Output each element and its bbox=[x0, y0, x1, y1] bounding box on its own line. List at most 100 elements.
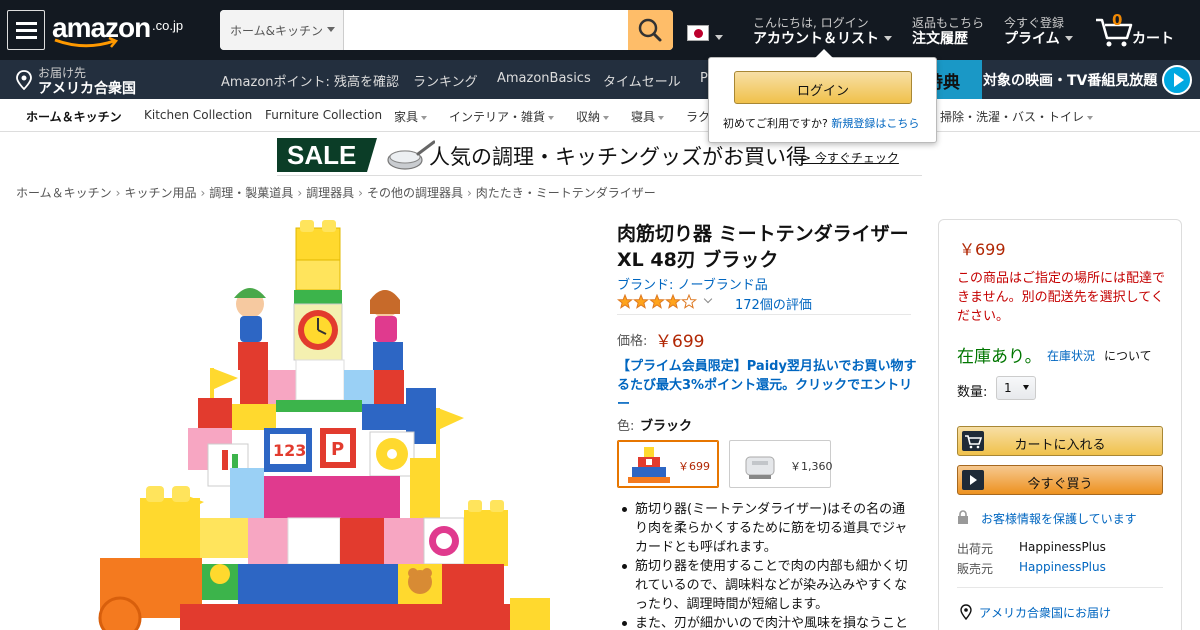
category-label: Furniture Collection bbox=[265, 108, 383, 122]
orders-link[interactable]: 注文履歴 bbox=[912, 28, 968, 48]
breadcrumb-item[interactable]: ホーム＆キッチン bbox=[16, 186, 112, 200]
product-main-image[interactable]: 123 P bbox=[80, 218, 560, 630]
points-link[interactable]: Amazonポイント: 残高を確認 bbox=[221, 71, 399, 90]
category-furniture-collection[interactable]: Furniture Collection bbox=[265, 108, 382, 122]
ranking-link[interactable]: ランキング bbox=[413, 71, 478, 90]
color-value: ブラック bbox=[640, 419, 693, 434]
category-kitchen-collection[interactable]: Kitchen Collection bbox=[144, 108, 252, 122]
quantity-label: 数量: bbox=[957, 385, 988, 400]
cart-label: カート bbox=[1132, 31, 1174, 47]
breadcrumb-separator-icon: › bbox=[358, 186, 363, 200]
divider bbox=[617, 314, 911, 315]
sale-check-link[interactable]: > 今すぐチェック bbox=[801, 149, 899, 166]
prime-banner-text: 対象の映画・TV番組見放題 bbox=[983, 73, 1158, 89]
variant-swatch[interactable]: ￥1,360 bbox=[729, 440, 833, 488]
truncated-link[interactable]: P bbox=[700, 71, 708, 86]
product-title: 肉筋切り器 ミートテンダライザー XL 48刃 ブラック bbox=[617, 223, 909, 271]
breadcrumb-item[interactable]: 調理器具 bbox=[306, 186, 354, 200]
amazonbasics-link[interactable]: AmazonBasics bbox=[497, 71, 591, 86]
prime-paidy-promo-link[interactable]: 【プライム会員限定】Paidy翌月払いでお買い物するたび最大3%ポイント還元。ク… bbox=[617, 357, 917, 414]
price-label: 価格: bbox=[617, 334, 648, 349]
prime-link[interactable]: プライム bbox=[1004, 28, 1060, 48]
category-cleaning[interactable]: 掃除・洗濯・バス・トイレ bbox=[940, 108, 1094, 125]
register-link[interactable]: 新規登録はこちら bbox=[831, 117, 919, 130]
buy-now-label: 今すぐ買う bbox=[1027, 477, 1093, 492]
sale-tag-text: SALE bbox=[287, 140, 357, 170]
variant-price: ￥1,360 bbox=[790, 460, 833, 473]
category-furniture[interactable]: 家具 bbox=[394, 108, 428, 125]
account-popover: ログイン 初めてご利用ですか? 新規登録はこちら bbox=[708, 49, 937, 143]
menu-icon[interactable] bbox=[7, 10, 45, 50]
timesale-link[interactable]: タイムセール bbox=[603, 71, 681, 90]
new-user-text: 初めてご利用ですか? bbox=[723, 117, 828, 130]
login-button[interactable]: ログイン bbox=[734, 71, 912, 104]
category-bar: ホーム＆キッチン Kitchen Collection Furniture Co… bbox=[0, 99, 1200, 132]
ratings-count-link[interactable]: 172個の評価 bbox=[735, 294, 812, 313]
chevron-down-icon[interactable] bbox=[703, 294, 713, 304]
star-rating-icon[interactable] bbox=[617, 294, 697, 310]
breadcrumb-item[interactable]: キッチン用品 bbox=[124, 186, 196, 200]
search-category-select[interactable]: ホーム&キッチン bbox=[220, 10, 344, 50]
cart-count: 0 bbox=[1112, 11, 1123, 29]
amazon-logo[interactable]: amazon .co.jp bbox=[52, 10, 187, 50]
saucepan-icon bbox=[387, 140, 435, 170]
search-input[interactable] bbox=[345, 10, 628, 50]
breadcrumb-separator-icon: › bbox=[297, 186, 303, 200]
buybox-price: ￥699 bbox=[959, 240, 1006, 259]
chevron-down-icon bbox=[1023, 385, 1029, 390]
category-truncated[interactable]: ラク bbox=[686, 108, 710, 125]
add-to-cart-button[interactable]: カートに入れる bbox=[957, 426, 1163, 456]
prime-video-banner[interactable]: 特典 対象の映画・TV番組見放題 bbox=[922, 60, 1200, 99]
quantity-select[interactable]: 1 bbox=[996, 376, 1036, 400]
new-user-prompt: 初めてご利用ですか? 新規登録はこちら bbox=[723, 115, 919, 131]
account-lists-link[interactable]: アカウント＆リスト bbox=[753, 28, 879, 48]
breadcrumb-item[interactable]: その他の調理器具 bbox=[367, 186, 463, 200]
play-icon bbox=[1162, 65, 1192, 95]
category-label: 家具 bbox=[394, 110, 419, 124]
japan-flag-icon[interactable] bbox=[687, 25, 709, 41]
chevron-down-icon bbox=[715, 35, 723, 40]
sale-banner-text: 人気の調理・キッチングッズがお買い得 bbox=[429, 145, 807, 169]
chevron-down-icon bbox=[658, 115, 665, 120]
category-bedding[interactable]: 寝具 bbox=[631, 108, 665, 125]
feature-bullets: 筋切り器(ミートテンダライザー)はその名の通り肉を柔らかくするために筋を切る道具… bbox=[617, 500, 917, 630]
category-label: Kitchen Collection bbox=[144, 108, 253, 122]
breadcrumb: ホーム＆キッチン › キッチン用品 › 調理・製菓道具 › 調理器具 › その他の調理器具 › 肉た… bbox=[16, 184, 656, 201]
category-label: 収納 bbox=[576, 110, 601, 124]
color-label: 色: bbox=[617, 419, 635, 434]
chevron-down-icon bbox=[603, 115, 610, 120]
breadcrumb-item[interactable]: 調理・製菓道具 bbox=[209, 186, 293, 200]
category-label: ラク bbox=[686, 110, 711, 124]
variant-price: ￥699 bbox=[678, 460, 710, 473]
search-icon bbox=[638, 18, 662, 42]
variant-swatch-selected[interactable]: ￥699 bbox=[617, 440, 719, 488]
stock-info-suffix: について bbox=[1104, 349, 1152, 363]
product-price: ￥699 bbox=[655, 332, 705, 352]
feature-bullet: また、刃が細かいので肉汁や風味を損なうこと bbox=[617, 614, 917, 630]
buy-box: ￥699 この商品はご指定の場所には配達できません。別の配送先を選択してください… bbox=[938, 219, 1182, 630]
star-icon bbox=[648, 294, 666, 309]
deliver-to-location[interactable]: アメリカ合衆国 bbox=[38, 78, 136, 98]
category-home-kitchen[interactable]: ホーム＆キッチン bbox=[26, 108, 122, 125]
chevron-down-icon bbox=[548, 115, 555, 120]
search-button[interactable] bbox=[628, 10, 673, 50]
brand-link[interactable]: ブランド: ノーブランド品 bbox=[617, 274, 768, 293]
category-storage[interactable]: 収納 bbox=[576, 108, 610, 125]
breadcrumb-item[interactable]: 肉たたき・ミートテンダライザー bbox=[476, 186, 656, 200]
category-interior[interactable]: インテリア・雑貨 bbox=[449, 108, 555, 125]
buy-now-button[interactable]: 今すぐ買う bbox=[957, 465, 1163, 495]
category-label: インテリア・雑貨 bbox=[449, 110, 546, 124]
sale-tag: SALE bbox=[277, 138, 377, 172]
chevron-down-icon bbox=[884, 36, 892, 41]
quantity-value: 1 bbox=[1004, 381, 1012, 395]
seller-link[interactable]: HappinessPlus bbox=[1019, 560, 1106, 574]
cart-button[interactable]: 0 カート bbox=[1094, 10, 1184, 50]
meat-tenderizer-thumbnail bbox=[745, 456, 775, 479]
secure-transaction-link[interactable]: お客様情報を保護しています bbox=[981, 510, 1137, 527]
sale-banner[interactable]: SALE 人気の調理・キッチングッズがお買い得 > 今すぐチェック bbox=[277, 136, 922, 176]
location-pin-icon bbox=[16, 70, 32, 90]
stock-info-link[interactable]: 在庫状況 bbox=[1047, 347, 1095, 364]
divider bbox=[957, 587, 1163, 588]
location-pin-icon bbox=[960, 604, 972, 620]
deliver-to-link[interactable]: アメリカ合衆国にお届け bbox=[979, 604, 1111, 621]
